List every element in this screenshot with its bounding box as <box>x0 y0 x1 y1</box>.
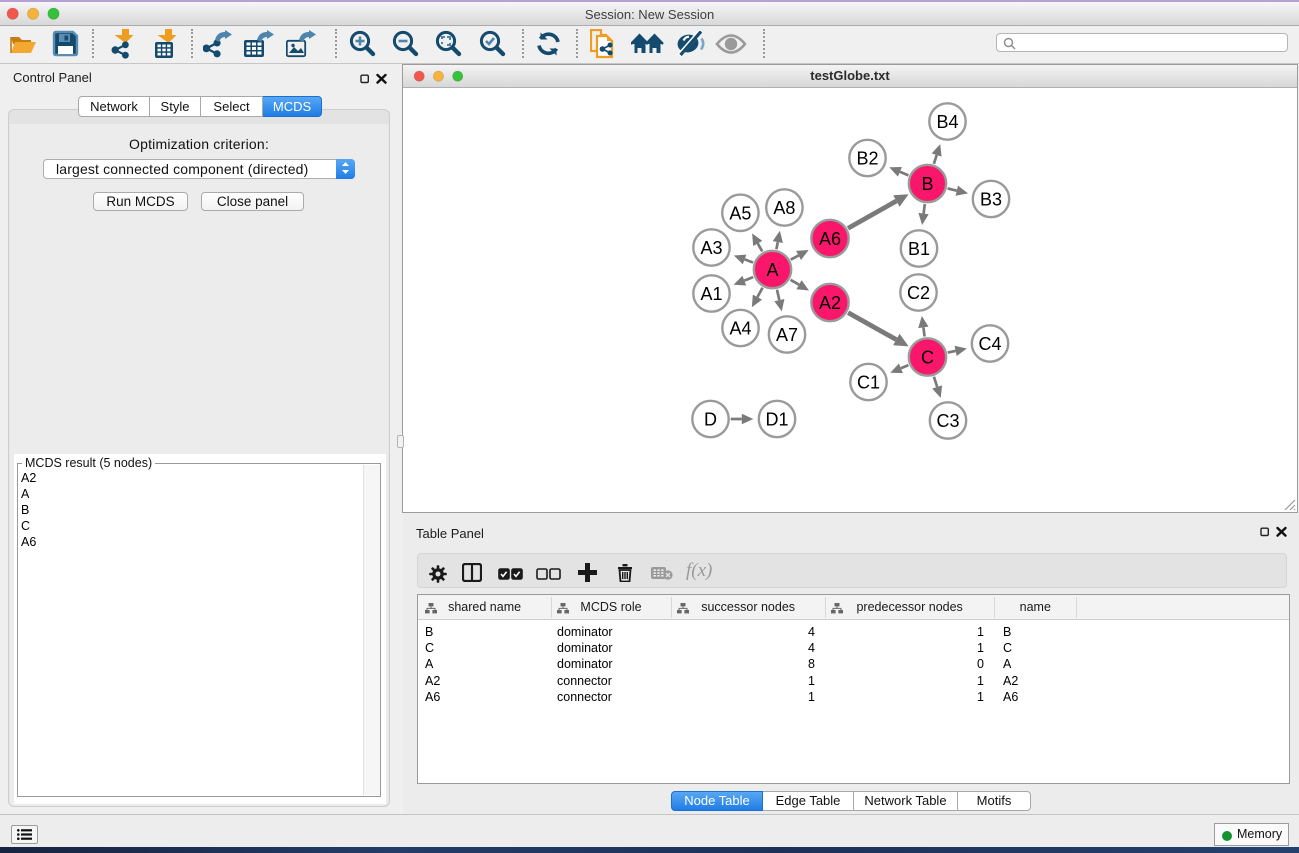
svg-text:B4: B4 <box>936 112 958 132</box>
svg-text:D: D <box>704 410 717 430</box>
svg-text:D1: D1 <box>765 410 788 430</box>
svg-text:A5: A5 <box>729 203 751 223</box>
svg-text:A: A <box>766 260 778 280</box>
svg-text:A4: A4 <box>729 319 751 339</box>
svg-text:A7: A7 <box>776 325 798 345</box>
svg-text:B: B <box>921 174 933 194</box>
svg-text:A6: A6 <box>819 229 841 249</box>
svg-text:A2: A2 <box>819 293 841 313</box>
svg-text:A1: A1 <box>700 284 722 304</box>
svg-text:B1: B1 <box>908 239 930 259</box>
svg-text:C3: C3 <box>936 411 959 431</box>
svg-text:B2: B2 <box>856 149 878 169</box>
svg-text:B3: B3 <box>980 190 1002 210</box>
svg-text:C4: C4 <box>978 334 1001 354</box>
svg-text:C1: C1 <box>857 373 880 393</box>
svg-text:C: C <box>921 348 934 368</box>
svg-text:A3: A3 <box>700 238 722 258</box>
svg-text:C2: C2 <box>907 283 930 303</box>
svg-text:A8: A8 <box>773 198 795 218</box>
